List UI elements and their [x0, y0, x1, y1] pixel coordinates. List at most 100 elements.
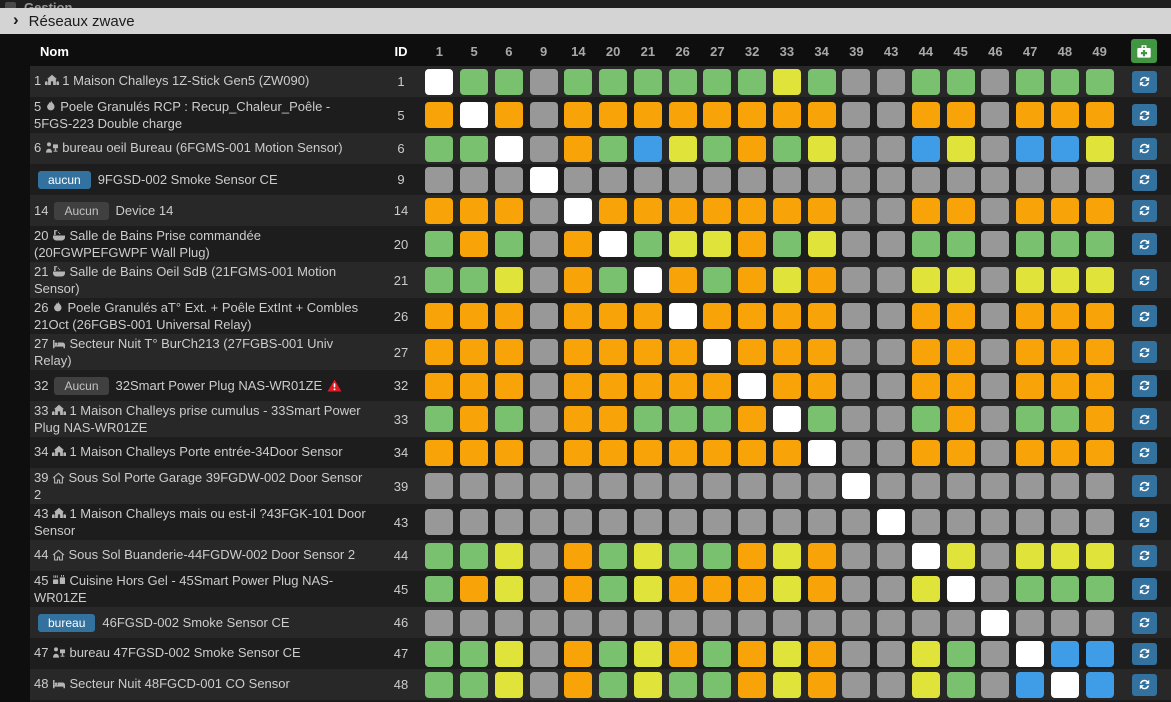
route-status-cell	[425, 372, 454, 399]
device-name-cell[interactable]: 34 1 Maison Challeys Porte entrée-34Door …	[30, 442, 380, 463]
route-status-cell	[807, 68, 836, 95]
device-name-cell[interactable]: 20 Salle de Bains Prise commandée (20FGWP…	[30, 226, 380, 262]
route-status-cell	[842, 609, 871, 636]
device-name: bureau 47FGSD-002 Smoke Sensor CE	[69, 645, 301, 660]
route-status-cell	[842, 135, 871, 162]
device-name-cell[interactable]: 43 1 Maison Challeys mais ou est-il ?43FG…	[30, 504, 380, 540]
refresh-node-button[interactable]	[1131, 578, 1157, 600]
refresh-node-button[interactable]	[1131, 544, 1157, 567]
refresh-node-button[interactable]	[1131, 104, 1157, 126]
device-prefix: 45	[34, 573, 49, 588]
route-status-cell	[703, 509, 732, 535]
device-name-cell[interactable]: 45 Cuisine Hors Gel - 45Smart Power Plug …	[30, 571, 380, 607]
device-name-cell[interactable]: 14 Aucun Device 14	[30, 200, 380, 222]
route-status-cell	[1085, 197, 1114, 224]
route-status-cell	[807, 439, 836, 466]
route-status-cell	[1085, 439, 1114, 466]
device-name-cell[interactable]: 44 Sous Sol Buanderie-44FGDW-002 Door Sen…	[30, 545, 380, 566]
route-status-cell	[703, 197, 732, 224]
refresh-node-button[interactable]	[1131, 673, 1157, 696]
device-name-cell[interactable]: 48 Secteur Nuit 48FGCD-001 CO Sensor	[30, 674, 380, 695]
column-header-nom: Nom	[40, 43, 69, 59]
device-name-cell[interactable]: bureau 46FGSD-002 Smoke Sensor CE	[30, 612, 380, 634]
refresh-node-button[interactable]	[1131, 475, 1157, 497]
device-prefix: 5	[34, 99, 42, 114]
refresh-icon	[1137, 615, 1152, 630]
refresh-node-button[interactable]	[1131, 611, 1157, 634]
route-status-cell	[425, 439, 454, 466]
route-status-cell	[494, 609, 523, 636]
refresh-node-button[interactable]	[1131, 168, 1157, 191]
device-name-cell[interactable]: 33 1 Maison Challeys prise cumulus - 33Sm…	[30, 401, 380, 437]
device-name-cell[interactable]: 21 Salle de Bains Oeil SdB (21FGMS-001 Mo…	[30, 262, 380, 298]
route-status-cell	[564, 640, 593, 667]
route-status-cell	[946, 609, 975, 636]
refresh-node-button[interactable]	[1131, 441, 1157, 464]
device-name: 1 Maison Challeys prise cumulus - 33Smar…	[34, 403, 361, 435]
route-status-cell	[668, 609, 697, 636]
route-status-cell	[738, 166, 767, 193]
device-row: 1 1 Maison Challeys 1Z-Stick Gen5 (ZW090)…	[30, 66, 1171, 97]
route-status-cell	[1016, 406, 1045, 432]
route-status-cell	[633, 473, 662, 499]
device-name-cell[interactable]: aucun 9FGSD-002 Smoke Sensor CE	[30, 169, 380, 191]
route-status-cell	[460, 406, 489, 432]
refresh-node-button[interactable]	[1131, 70, 1157, 93]
device-row: 14 Aucun Device 14 14	[30, 195, 1171, 226]
refresh-node-button[interactable]	[1131, 137, 1157, 160]
route-status-cell	[564, 68, 593, 95]
route-status-cell	[668, 509, 697, 535]
top-partial-menu-row[interactable]: Gestion	[0, 0, 1171, 8]
route-status-cell	[599, 542, 628, 569]
route-status-cell	[981, 576, 1010, 602]
route-status-cell	[772, 372, 801, 399]
route-status-cell	[738, 372, 767, 399]
refresh-node-button[interactable]	[1131, 642, 1157, 665]
column-header-node: 46	[988, 43, 1003, 59]
column-header-node: 6	[505, 43, 513, 59]
device-name-cell[interactable]: 6 bureau oeil Bureau (6FGMS-001 Motion Se…	[30, 138, 380, 159]
column-header-node: 20	[605, 43, 621, 59]
device-name: Sous Sol Porte Garage 39FGDW-002 Door Se…	[34, 470, 363, 502]
refresh-node-button[interactable]	[1131, 305, 1157, 327]
route-status-cell	[877, 542, 906, 569]
device-name-cell[interactable]: 26 Poele Granulés aT° Ext. + Poêle ExtInt…	[30, 298, 380, 334]
refresh-node-button[interactable]	[1131, 374, 1157, 397]
network-health-button[interactable]	[1131, 39, 1157, 63]
route-status-cell	[668, 135, 697, 162]
route-status-cell	[1085, 576, 1114, 602]
device-name-cell[interactable]: 32 Aucun 32Smart Power Plug NAS-WR01ZE	[30, 375, 380, 397]
column-header-node: 33	[779, 43, 795, 59]
refresh-icon	[1137, 309, 1152, 324]
route-status-cell	[564, 439, 593, 466]
refresh-node-button[interactable]	[1131, 408, 1157, 430]
device-name-cell[interactable]: 39 Sous Sol Porte Garage 39FGDW-002 Door …	[30, 468, 380, 504]
column-header-node: 43	[883, 43, 899, 59]
device-id: 9	[397, 172, 405, 187]
route-status-cell	[807, 576, 836, 602]
route-status-cell	[599, 640, 628, 667]
route-status-cell	[599, 68, 628, 95]
route-status-cell	[703, 166, 732, 193]
route-status-cell	[703, 671, 732, 698]
refresh-node-button[interactable]	[1131, 233, 1157, 255]
refresh-node-button[interactable]	[1131, 199, 1157, 222]
section-header-bar[interactable]: › Réseaux zwave	[0, 8, 1171, 36]
refresh-node-button[interactable]	[1131, 341, 1157, 363]
refresh-node-button[interactable]	[1131, 511, 1157, 533]
route-status-cell	[738, 576, 767, 602]
route-status-cell	[633, 231, 662, 257]
route-status-cell	[425, 576, 454, 602]
refresh-node-button[interactable]	[1131, 269, 1157, 291]
table-header-row: Nom ID 1 5 6 9 14 20 21 26 27 32 33 34 39 43 44 45 46 47 4…	[30, 36, 1171, 66]
route-status-cell	[599, 166, 628, 193]
route-status-cell	[911, 542, 940, 569]
device-name-cell[interactable]: 47 bureau 47FGSD-002 Smoke Sensor CE	[30, 643, 380, 664]
device-name-cell[interactable]: 5 Poele Granulés RCP : Recup_Chaleur_Poêl…	[30, 97, 380, 133]
device-name-cell[interactable]: 1 1 Maison Challeys 1Z-Stick Gen5 (ZW090)	[30, 71, 380, 92]
route-status-cell	[946, 640, 975, 667]
device-name-cell[interactable]: 27 Secteur Nuit T° BurCh213 (27FGBS-001 U…	[30, 334, 380, 370]
device-prefix: 21	[34, 264, 49, 279]
column-header-node: 26	[675, 43, 690, 59]
device-row: 27 Secteur Nuit T° BurCh213 (27FGBS-001 U…	[30, 334, 1171, 370]
